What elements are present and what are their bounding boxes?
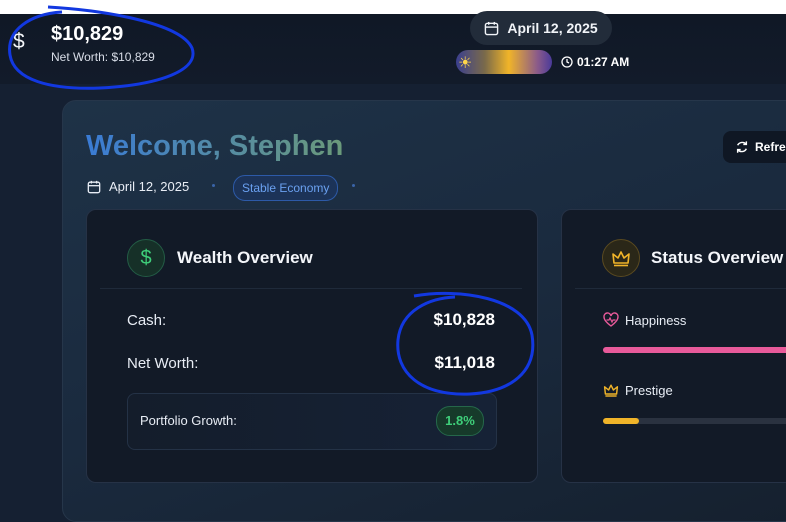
happiness-bar (603, 347, 786, 353)
crown-icon (602, 239, 640, 277)
prestige-bar-fill (603, 418, 639, 424)
growth-label: Portfolio Growth: (140, 413, 237, 428)
sun-icon: ☀ (458, 55, 473, 72)
status-title: Status Overview (651, 248, 784, 267)
crown-icon (603, 384, 619, 397)
date-pill: April 12, 2025 (470, 11, 612, 45)
net-worth-label: Net Worth: (127, 355, 199, 372)
time-display: 01:27 AM (561, 55, 629, 69)
happiness-label: Happiness (625, 312, 687, 328)
dollar-icon: $ (13, 30, 25, 53)
header-date: April 12, 2025 (507, 20, 598, 36)
page-title: Welcome, Stephen (86, 130, 344, 162)
top-strip (0, 0, 786, 14)
calendar-icon (485, 21, 499, 35)
happiness-row: Happiness (603, 312, 686, 328)
separator-dot (212, 184, 215, 187)
prestige-row: Prestige (603, 382, 673, 398)
calendar-icon (87, 180, 101, 193)
net-worth-value: $11,018 (434, 353, 495, 372)
cash-label: Cash: (127, 312, 167, 329)
dashboard-date: April 12, 2025 (109, 179, 190, 194)
refresh-button[interactable]: Refresh (723, 131, 786, 163)
header-net-worth: Net Worth: $10,829 (51, 50, 155, 64)
divider (575, 288, 786, 289)
growth-badge: 1.8% (436, 406, 484, 436)
refresh-label: Refresh (755, 140, 786, 154)
separator-dot (352, 184, 355, 187)
subtitle-date: April 12, 2025 (87, 179, 189, 194)
dollar-icon: $ (127, 239, 165, 277)
cash-value: $10,828 (433, 310, 495, 329)
happiness-bar-fill (603, 347, 786, 353)
prestige-label: Prestige (625, 382, 673, 398)
heart-icon (603, 312, 619, 327)
wealth-title: Wealth Overview (177, 248, 313, 267)
refresh-icon (736, 141, 748, 153)
time-text: 01:27 AM (577, 55, 630, 69)
balance-amount: $10,829 (51, 23, 124, 45)
divider (100, 288, 522, 289)
clock-icon (561, 56, 573, 68)
prestige-bar (603, 418, 786, 424)
economy-badge: Stable Economy (233, 175, 339, 201)
